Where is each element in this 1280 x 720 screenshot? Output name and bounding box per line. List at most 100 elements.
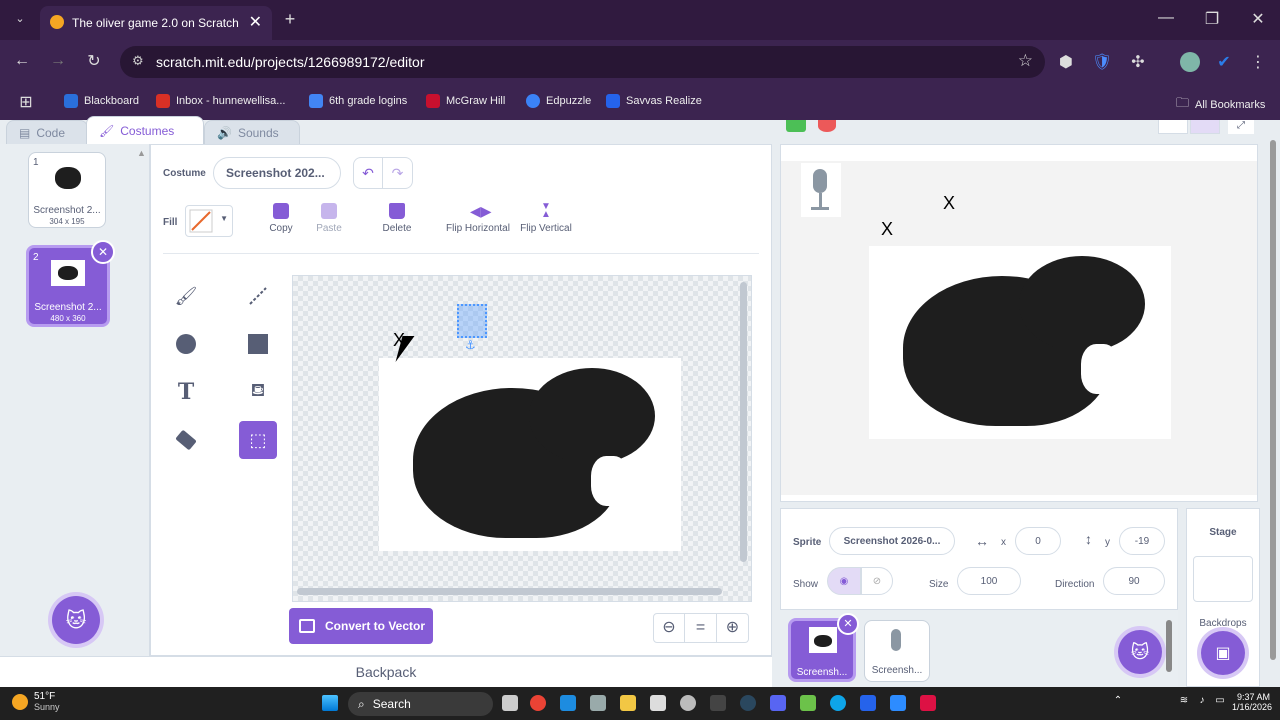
circle-tool[interactable] [167,325,205,363]
minimize-icon[interactable]: — [1154,9,1178,27]
start-icon[interactable] [322,695,338,711]
app-icon-2[interactable] [860,695,876,711]
profile-avatar[interactable] [1180,52,1200,72]
sprite-list-scrollbar[interactable] [1166,620,1172,672]
x-input[interactable]: 0 [1015,527,1061,555]
show-hidden-button[interactable]: ⊘ [861,567,893,595]
terminal-icon[interactable] [710,695,726,711]
weather-widget[interactable]: 51°F Sunny [12,691,60,712]
app-icon-1[interactable] [560,695,576,711]
menu-icon[interactable]: ⋮ [1246,52,1270,72]
bookmark-savvas[interactable]: Savvas Realize [606,94,702,108]
site-info-icon[interactable]: ⚙ [132,53,144,69]
wifi-icon[interactable]: ≋ [1176,695,1192,711]
chevron-up-icon[interactable]: ⌃ [1110,695,1126,711]
task-view-icon[interactable] [502,695,518,711]
store-icon[interactable] [650,695,666,711]
tab-list-icon[interactable]: ⌄ [8,12,32,25]
y-input[interactable]: -19 [1119,527,1165,555]
rotation-handle-icon[interactable]: ⚓ [465,338,476,352]
address-bar[interactable]: ⚙ scratch.mit.edu/projects/1266989172/ed… [120,46,1045,78]
fullscreen-icon[interactable]: ⤢ [1228,120,1254,134]
eraser-tool[interactable] [167,421,205,459]
back-icon[interactable]: ← [10,52,34,70]
sprite-item-1[interactable]: Screensh... ✕ [788,613,859,682]
tab-sounds[interactable]: 🔊 Sounds [204,120,300,144]
reload-icon[interactable]: ↻ [82,51,106,71]
stop-icon[interactable] [818,120,836,132]
delete-button[interactable]: Delete [375,203,419,234]
close-window-icon[interactable]: ✕ [1246,9,1270,29]
clock[interactable]: 9:37 AM 1/16/2026 [1232,692,1272,712]
zoom-in-button[interactable]: ⊕ [717,613,749,643]
star-icon[interactable]: ☆ [1018,51,1033,71]
green-flag-icon[interactable] [786,120,806,132]
stage[interactable]: X X [780,144,1258,502]
text-tool[interactable]: T [167,373,205,411]
choose-costume-button[interactable]: 🐱 [52,596,100,644]
brush-tool[interactable]: 🖌 [167,277,205,315]
direction-input[interactable]: 90 [1103,567,1165,595]
bookmark-inbox[interactable]: Inbox - hunnewellisa... [156,94,285,108]
taskbar-search[interactable]: ⌕ Search [348,692,493,716]
chrome-icon[interactable] [530,695,546,711]
copy-button[interactable]: Copy [259,203,303,234]
vertical-scrollbar[interactable] [740,282,747,562]
horizontal-scrollbar[interactable] [297,588,722,595]
discord-icon[interactable] [770,695,786,711]
battery-icon[interactable]: ▭ [1212,695,1228,711]
sprite-item-2[interactable]: Screensh... [864,620,930,682]
zoom-out-button[interactable]: ⊖ [653,613,685,643]
forward-icon[interactable]: → [46,52,70,70]
vpn-icon[interactable]: 🛡 [1090,52,1114,72]
selection-box[interactable] [457,304,487,338]
paste-button[interactable]: Paste [307,203,351,234]
close-tab-icon[interactable]: ✕ [249,12,262,32]
zoom-icon[interactable] [890,695,906,711]
costume-name-input[interactable]: Screenshot 202... [213,157,341,189]
choose-backdrop-button[interactable]: ▣ [1201,631,1245,675]
sprite-name-input[interactable]: Screenshot 2026-0... [829,527,955,555]
convert-to-vector-button[interactable]: Convert to Vector [289,608,433,644]
fill-tool[interactable]: ⛾ [239,373,277,411]
line-tool[interactable] [239,277,277,315]
camera-icon[interactable] [590,695,606,711]
browser-tab[interactable]: The oliver game 2.0 on Scratch ✕ [40,6,272,40]
bookmark-mcgraw-hill[interactable]: McGraw Hill [426,94,505,108]
stage-panel[interactable]: Stage Backdrops ▣ [1186,508,1260,687]
all-bookmarks[interactable]: 🗀 All Bookmarks [1176,94,1265,116]
backpack[interactable]: Backpack [0,656,772,687]
volume-icon[interactable]: ♪ [1194,695,1210,711]
delete-costume-icon[interactable]: ✕ [91,240,115,264]
show-visible-button[interactable]: ◉ [827,567,861,595]
size-input[interactable]: 100 [957,567,1021,595]
costume-item-2[interactable]: 2 Screenshot 2... 480 x 360 ✕ [26,240,115,327]
new-tab-icon[interactable]: + [278,9,302,30]
game-icon[interactable] [800,695,816,711]
apps-icon[interactable]: ⊞ [14,92,38,112]
shield-check-icon[interactable]: ✔ [1212,52,1236,72]
tab-code[interactable]: ▤ Code [6,120,88,144]
page-scrollbar[interactable] [1270,140,1276,660]
delete-sprite-icon[interactable]: ✕ [837,613,859,635]
edge-icon[interactable] [830,695,846,711]
rectangle-tool[interactable] [239,325,277,363]
fill-color-picker[interactable]: ▼ [185,205,233,237]
flip-vertical-button[interactable]: ▼ ▲ Flip Vertical [515,202,577,235]
tab-costumes[interactable]: 🖌 Costumes [86,116,204,144]
paint-canvas[interactable]: X ⚓ [292,275,752,602]
small-stage-icon[interactable] [1158,120,1188,134]
puzzle-icon[interactable]: ✣ [1126,52,1150,72]
undo-button[interactable]: ↶ [353,157,383,189]
flip-horizontal-button[interactable]: ◀▶ Flip Horizontal [441,203,515,234]
scroll-up-icon[interactable]: ▲ [137,148,146,158]
redo-button[interactable]: ↷ [383,157,413,189]
zoom-reset-button[interactable]: = [685,613,717,643]
bookmark-edpuzzle[interactable]: Edpuzzle [526,94,591,108]
steam-icon[interactable] [740,695,756,711]
restore-icon[interactable]: ❐ [1200,9,1224,29]
bookmark-blackboard[interactable]: Blackboard [64,94,139,108]
extension-icon[interactable]: ⬢ [1054,52,1078,72]
costume-item-1[interactable]: 1 Screenshot 2... 304 x 195 [28,152,106,228]
file-explorer-icon[interactable] [620,695,636,711]
